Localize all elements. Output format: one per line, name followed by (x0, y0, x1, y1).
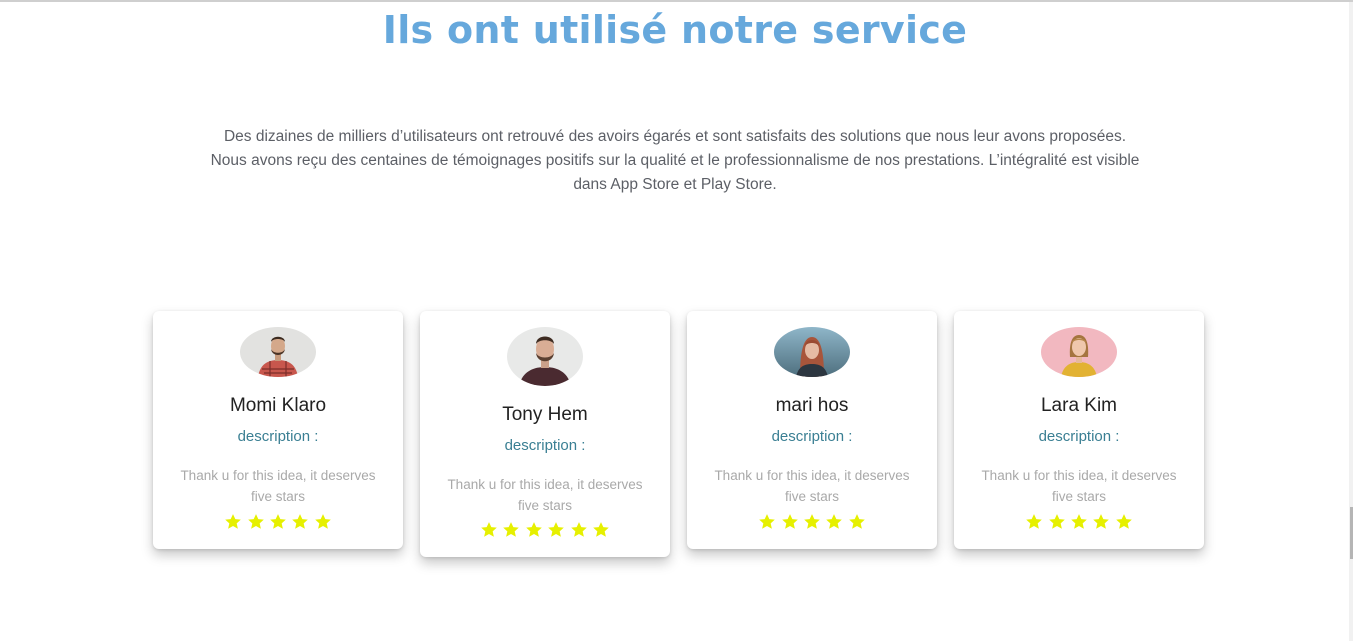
testimonial-name: Tony Hem (502, 404, 588, 425)
testimonial-card: mari hos description : Thank u for this … (687, 311, 937, 549)
avatar-man-plaid-shirt-icon (240, 327, 316, 377)
testimonial-quote: Thank u for this idea, it deserves five … (714, 468, 910, 504)
testimonials-page: Ils ont utilisé notre service Des dizain… (0, 0, 1353, 641)
star-rating (954, 513, 1204, 531)
star-icon (314, 514, 331, 529)
star-icon (270, 514, 286, 529)
testimonial-description-label: description : (771, 428, 853, 445)
testimonial-description-label: description : (237, 428, 319, 445)
avatar-woman-red-hair-icon (774, 327, 850, 377)
star-rating (153, 513, 403, 531)
star-rating (420, 521, 670, 539)
testimonial-quote: Thank u for this idea, it deserves five … (981, 468, 1177, 504)
star-icon (1048, 514, 1065, 529)
intro-paragraph: Des dizaines de milliers d’utilisateurs … (210, 128, 1140, 193)
avatar (240, 327, 316, 377)
testimonial-card: Momi Klaro description : Thank u for thi… (153, 311, 403, 549)
star-icon (503, 522, 520, 537)
star-rating (687, 513, 937, 531)
avatar (774, 327, 850, 377)
star-icon (247, 514, 264, 529)
section-title: Ils ont utilisé notre service (382, 8, 968, 52)
star-icon (593, 522, 609, 537)
star-icon (781, 514, 798, 529)
testimonial-card: Lara Kim description : Thank u for this … (954, 311, 1204, 549)
avatar-woman-yellow-top-icon (1041, 327, 1117, 377)
star-icon (1115, 514, 1132, 529)
star-icon (1071, 514, 1087, 529)
star-icon (526, 522, 542, 537)
testimonial-description-label: description : (1038, 428, 1120, 445)
star-icon (292, 514, 309, 529)
star-icon (1026, 514, 1043, 529)
avatar (1041, 327, 1117, 377)
avatar-man-dark-shirt-icon (507, 327, 583, 386)
testimonial-name: mari hos (775, 395, 849, 416)
avatar (507, 327, 583, 386)
star-icon (481, 522, 497, 537)
testimonial-card: Tony Hem description : Thank u for this … (420, 311, 670, 557)
testimonial-quote: Thank u for this idea, it deserves five … (447, 477, 643, 513)
testimonial-name: Lara Kim (1040, 395, 1118, 416)
testimonial-quote: Thank u for this idea, it deserves five … (180, 468, 376, 504)
testimonial-description-label: description : (504, 437, 586, 454)
star-icon (570, 522, 587, 537)
star-icon (826, 514, 843, 529)
star-icon (759, 514, 776, 529)
star-icon (848, 514, 865, 529)
testimonial-name: Momi Klaro (229, 395, 327, 416)
star-icon (225, 514, 242, 529)
star-icon (548, 522, 564, 537)
page-scrollbar[interactable] (1349, 2, 1353, 641)
star-icon (804, 514, 820, 529)
star-icon (1093, 514, 1110, 529)
